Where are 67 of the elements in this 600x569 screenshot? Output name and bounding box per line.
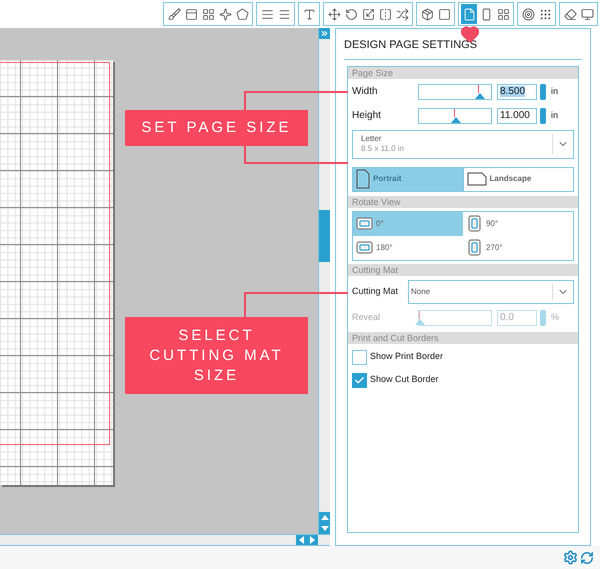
slider-thumb[interactable] <box>415 318 425 324</box>
rotate-option[interactable]: 0° <box>353 212 463 236</box>
expand-button[interactable] <box>319 28 330 39</box>
dots-icon <box>538 8 552 20</box>
slider[interactable] <box>418 84 492 100</box>
spinner-button[interactable] <box>540 108 546 124</box>
unit-label: in <box>551 108 558 122</box>
box-icon <box>420 8 434 20</box>
unit-label: % <box>551 310 560 324</box>
grid-icon <box>496 8 510 20</box>
landscape-page-icon <box>466 172 486 186</box>
pentagon-icon <box>236 8 248 20</box>
slider-thumb[interactable] <box>474 92 485 98</box>
slider-thumb[interactable] <box>451 116 461 122</box>
portrait-page-icon <box>356 169 370 189</box>
lines-icon <box>260 8 274 20</box>
square-icon <box>438 8 450 20</box>
target-icon <box>522 8 534 20</box>
field-label: Height <box>352 109 382 123</box>
lines-icon <box>278 8 290 20</box>
grid-icon <box>202 8 214 20</box>
callout-label: SET PAGE SIZE <box>125 110 308 146</box>
number-field[interactable]: 11.000 <box>497 108 537 124</box>
section-header: Page Size <box>348 66 578 78</box>
spinner-button[interactable] <box>540 84 546 100</box>
panel-icon <box>184 8 198 20</box>
double-chevron-icon <box>320 29 329 38</box>
checkbox[interactable] <box>352 350 367 364</box>
unit-label: in <box>551 84 558 98</box>
scroll-thumb[interactable] <box>319 210 330 262</box>
cutting-mat-dropdown[interactable]: None <box>408 280 574 304</box>
horizontal-scrollbar[interactable] <box>0 534 330 546</box>
rotation-icon <box>356 241 373 254</box>
settings-icon[interactable] <box>563 550 578 565</box>
section-header: Cutting Mat <box>348 264 578 276</box>
rotation-icon <box>356 217 373 230</box>
check-icon <box>354 374 365 386</box>
move-icon <box>328 8 340 20</box>
section-header: Print and Cut Borders <box>348 332 578 344</box>
preset-size: 8.5 x 11.0 in <box>361 144 405 154</box>
vertical-scrollbar[interactable] <box>318 28 330 534</box>
preset-name: Letter <box>361 134 382 144</box>
rotate-icon <box>344 8 358 20</box>
text-icon <box>302 8 316 20</box>
rotation-icon <box>468 215 481 232</box>
page-icon <box>462 8 476 20</box>
shuffle-icon <box>396 8 408 20</box>
preset-dropdown[interactable]: Letter 8.5 x 11.0 in <box>352 130 574 158</box>
number-field[interactable]: 8.500 <box>497 84 537 100</box>
scale-icon <box>362 8 374 20</box>
field-label: Reveal <box>352 310 382 324</box>
refresh-icon[interactable] <box>580 550 594 564</box>
sparkle-icon <box>218 8 232 20</box>
checkbox-option[interactable]: Show Print Border <box>352 350 574 364</box>
section-header: Rotate View <box>348 196 578 208</box>
field-label: Width <box>352 85 379 99</box>
rotation-icon <box>468 239 481 256</box>
callout-label: SELECT CUTTING MAT SIZE <box>125 317 308 394</box>
checkbox[interactable] <box>352 372 367 388</box>
field-label: Cutting Mat <box>352 284 400 298</box>
slider[interactable] <box>418 108 492 124</box>
slider[interactable] <box>418 310 492 326</box>
checkbox-option[interactable]: Show Cut Border <box>352 372 574 388</box>
brush-icon <box>168 8 180 20</box>
eraser-icon <box>564 8 576 20</box>
monitor-icon <box>580 8 594 20</box>
flip-icon <box>378 8 392 20</box>
